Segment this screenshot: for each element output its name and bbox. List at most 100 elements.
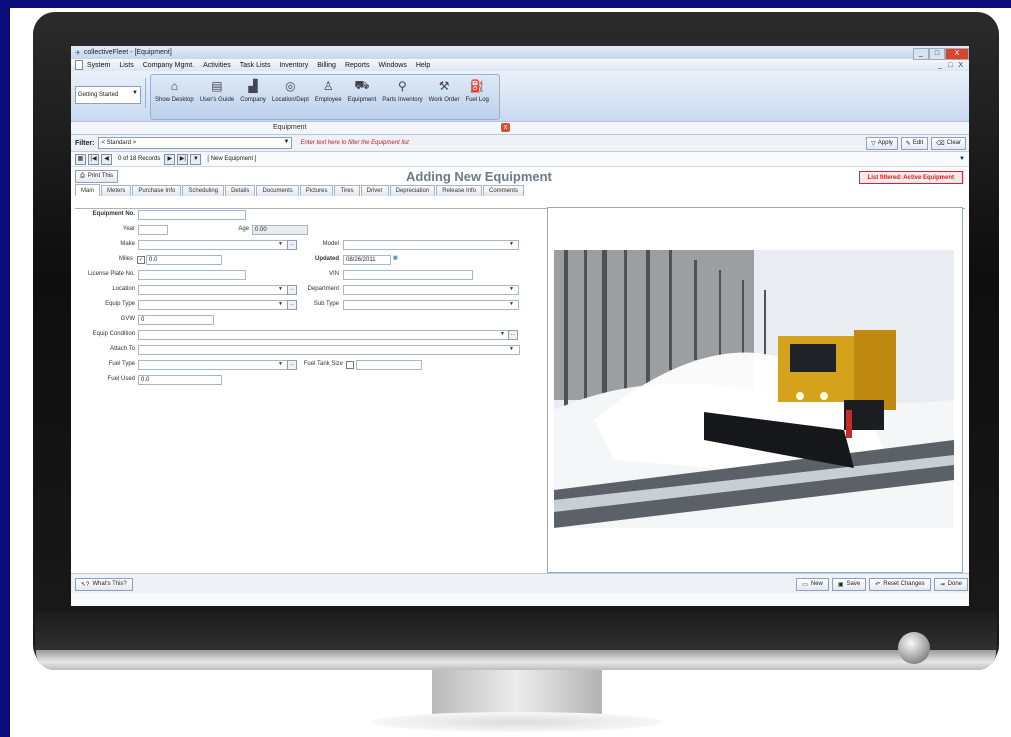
sub-type-select[interactable]: [343, 300, 519, 310]
company-button[interactable]: ▟ Company: [240, 77, 266, 103]
fuel-type-ellipsis-button[interactable]: …: [287, 360, 297, 370]
make-select[interactable]: [138, 240, 288, 250]
tab-depreciation[interactable]: Depreciation: [389, 185, 436, 196]
license-plate-label: License Plate No.: [87, 271, 135, 277]
maximize-button[interactable]: □: [929, 47, 945, 60]
menu-lists[interactable]: Lists: [119, 62, 133, 69]
help-arrow-icon: ↖?: [81, 581, 90, 588]
tab-driver[interactable]: Driver: [360, 185, 389, 196]
getting-started-dropdown[interactable]: Getting Started ▼: [75, 86, 141, 104]
fuel-used-input[interactable]: 0.0: [138, 375, 222, 385]
fuel-tank-size-input[interactable]: [356, 360, 422, 370]
nav-dropdown-button[interactable]: ▼: [190, 153, 202, 165]
tab-meters[interactable]: Meters: [101, 185, 132, 196]
location-dept-button[interactable]: ◎ Location/Dept: [272, 77, 309, 103]
filter-select[interactable]: < Standard > ▼: [98, 137, 293, 149]
print-button[interactable]: ⎙ Print This: [75, 169, 119, 183]
work-order-button[interactable]: ⚒ Work Order: [429, 77, 460, 103]
menu-bar: System Lists Company Mgmt. Activities Ta…: [71, 59, 969, 71]
apply-label: Apply: [877, 140, 893, 146]
chevron-down-icon[interactable]: ▼: [959, 156, 965, 162]
nav-list-icon[interactable]: ▦: [75, 153, 86, 165]
model-select[interactable]: [343, 240, 519, 250]
menu-help[interactable]: Help: [416, 62, 430, 69]
equip-condition-ellipsis-button[interactable]: …: [508, 330, 518, 340]
tab-scheduling[interactable]: Scheduling: [182, 185, 225, 196]
miles-input[interactable]: 0.0: [146, 255, 222, 265]
equip-type-ellipsis-button[interactable]: …: [287, 300, 297, 310]
location-select[interactable]: [138, 285, 288, 295]
users-guide-button[interactable]: ▤ User's Guide: [200, 77, 235, 103]
menu-reports[interactable]: Reports: [345, 62, 370, 69]
tab-comments[interactable]: Comments: [483, 185, 525, 196]
mdi-restore-button[interactable]: □: [948, 62, 952, 69]
vehicle-icon: ⛟: [354, 78, 370, 92]
attach-to-select[interactable]: [138, 345, 520, 355]
parts-inventory-button[interactable]: ⚲ Parts Inventory: [382, 77, 422, 103]
person-icon: ♙: [322, 79, 334, 93]
tab-tires[interactable]: Tires: [334, 185, 360, 196]
fuel-tank-size-label: Fuel Tank Size: [303, 361, 343, 367]
equip-condition-select[interactable]: [138, 330, 510, 340]
mdi-close-button[interactable]: X: [958, 62, 963, 69]
license-plate-input[interactable]: [138, 270, 246, 280]
year-label: Year: [122, 226, 135, 232]
chevron-down-icon: ▼: [132, 90, 138, 96]
employee-button[interactable]: ♙ Employee: [315, 77, 342, 103]
equipment-no-input[interactable]: [138, 210, 246, 220]
menu-inventory[interactable]: Inventory: [279, 62, 308, 69]
menu-system[interactable]: System: [87, 62, 110, 69]
gvw-input[interactable]: 0: [138, 315, 214, 325]
tab-equipment[interactable]: Equipment: [273, 124, 306, 131]
nav-last-button[interactable]: ▶|: [177, 153, 189, 165]
chevron-down-icon: ▼: [509, 346, 514, 352]
tab-purchase-info[interactable]: Purchase Info: [132, 185, 182, 196]
nav-next-button[interactable]: ▶: [164, 153, 176, 165]
sub-type-label: Sub Type: [313, 301, 339, 307]
make-ellipsis-button[interactable]: …: [287, 240, 297, 250]
chevron-down-icon: ▼: [278, 241, 283, 247]
department-select[interactable]: [343, 285, 519, 295]
close-button[interactable]: X: [945, 47, 969, 60]
house-icon: ⌂: [170, 79, 178, 93]
menu-billing[interactable]: Billing: [317, 62, 336, 69]
nav-prev-button[interactable]: ◀: [101, 153, 112, 165]
minimize-button[interactable]: _: [913, 47, 929, 60]
tab-pictures[interactable]: Pictures: [299, 185, 334, 196]
tab-details[interactable]: Details: [225, 185, 256, 196]
updated-date-input[interactable]: 08/26/2011: [343, 255, 391, 265]
nav-first-button[interactable]: |◀: [88, 153, 99, 165]
work-order-label: Work Order: [428, 97, 460, 103]
clear-button[interactable]: ⌫ Clear: [931, 136, 966, 150]
equip-type-select[interactable]: [138, 300, 288, 310]
mdi-minimize-button[interactable]: _: [938, 62, 942, 69]
save-button[interactable]: ▣ Save: [831, 577, 867, 591]
year-input[interactable]: [138, 225, 168, 235]
close-icon[interactable]: x: [501, 123, 510, 132]
menu-company-mgmt[interactable]: Company Mgmt.: [143, 62, 194, 69]
equipment-button[interactable]: ⛟ Equipment: [348, 77, 377, 103]
tab-release-info[interactable]: Release Info: [436, 185, 482, 196]
show-desktop-button[interactable]: ⌂ Show Desktop: [155, 77, 194, 103]
menu-activities[interactable]: Activities: [203, 62, 231, 69]
reset-changes-button[interactable]: ↶ Reset Changes: [869, 577, 931, 591]
apply-button[interactable]: ▽ Apply: [866, 136, 898, 150]
done-button[interactable]: ⇥ Done: [933, 577, 968, 591]
vin-input[interactable]: [343, 270, 473, 280]
menu-windows[interactable]: Windows: [378, 62, 406, 69]
list-filter-button[interactable]: List filtered: Active Equipment: [858, 171, 963, 184]
miles-checkbox[interactable]: ✓: [137, 256, 145, 264]
fuel-tank-size-checkbox[interactable]: [346, 361, 354, 369]
edit-button[interactable]: ✎ Edit: [900, 136, 929, 150]
filter-input[interactable]: Enter text here to filter the Equipment …: [300, 140, 408, 146]
new-button[interactable]: ▭ New: [796, 577, 829, 591]
tab-main[interactable]: Main: [75, 184, 101, 196]
fuel-log-button[interactable]: ⛽ Fuel Log: [466, 77, 489, 103]
company-label: Company: [240, 97, 266, 103]
menu-task-lists[interactable]: Task Lists: [240, 62, 271, 69]
calendar-icon[interactable]: ▦: [393, 255, 398, 261]
print-label: Print This: [87, 173, 114, 179]
tab-documents[interactable]: Documents: [256, 185, 299, 196]
fuel-type-select[interactable]: [138, 360, 288, 370]
whats-this-button[interactable]: ↖? What's This?: [75, 577, 133, 591]
